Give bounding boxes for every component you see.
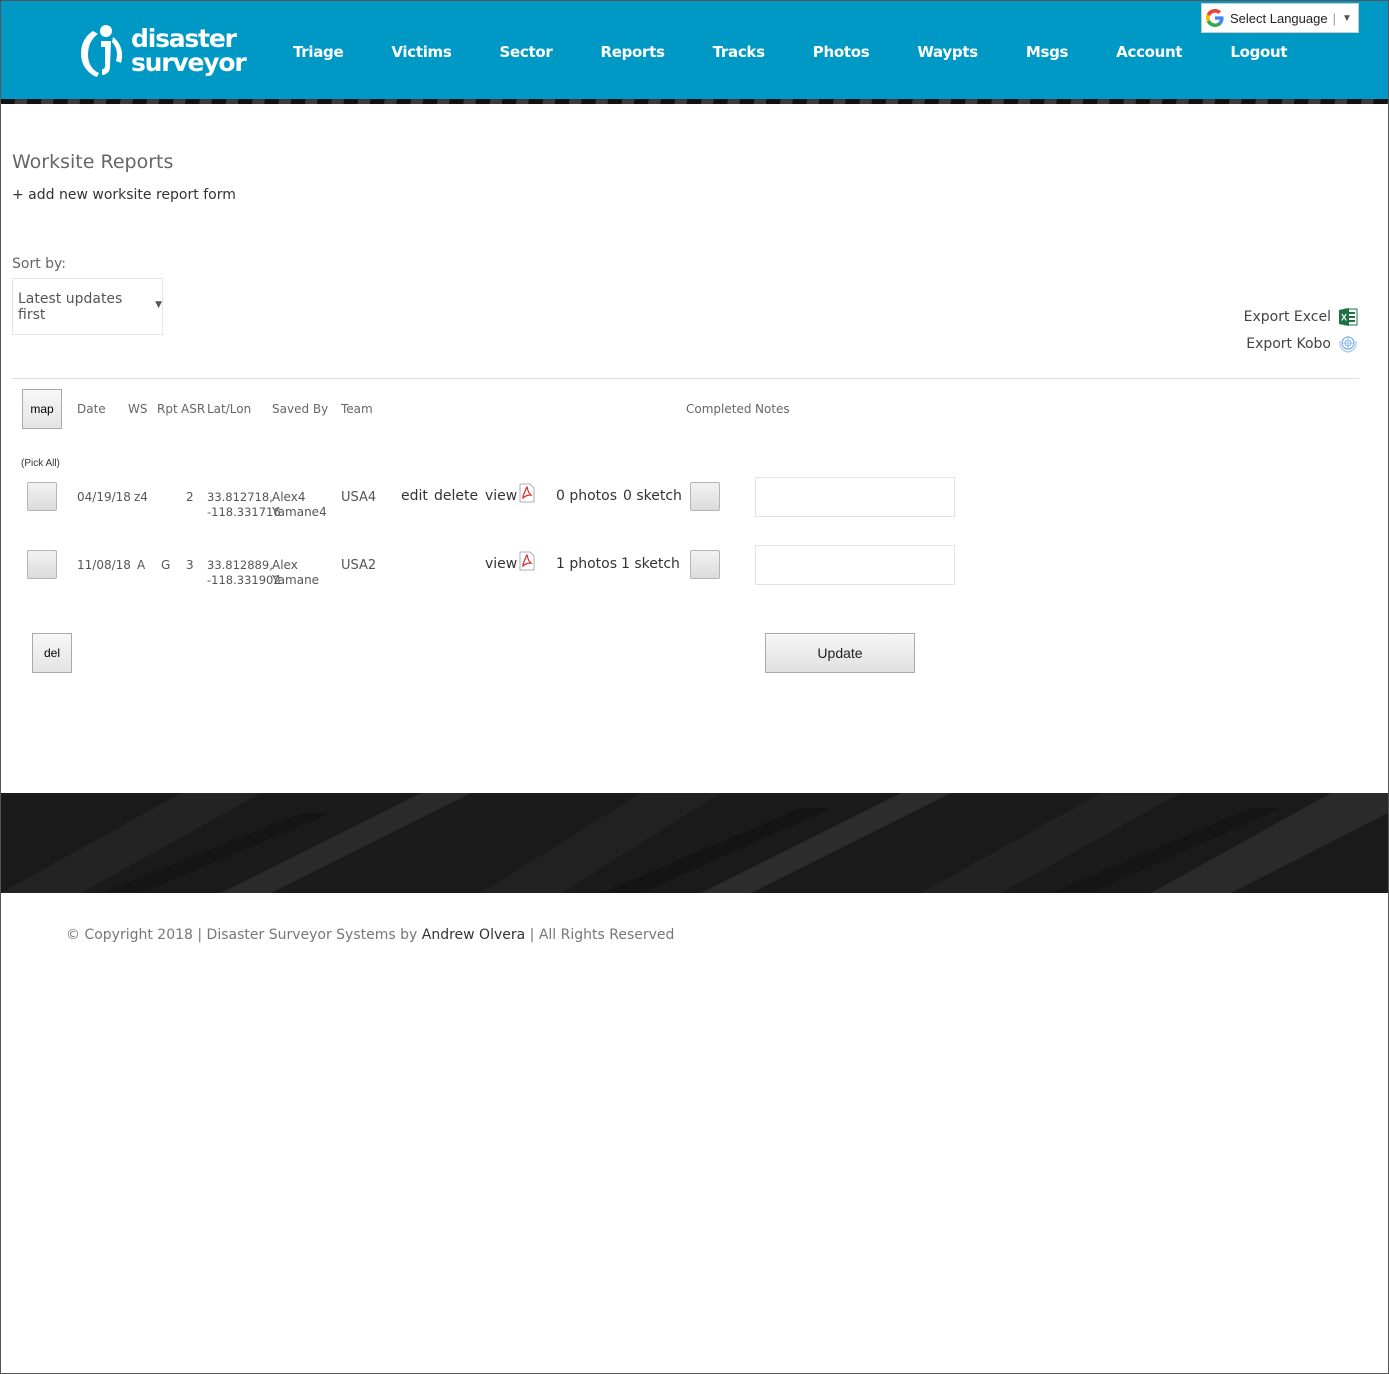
- disaster-surveyor-logo[interactable]: disaster surveyor: [79, 23, 259, 79]
- row-ws: A: [137, 558, 146, 572]
- export-kobo-label: Export Kobo: [1246, 336, 1331, 352]
- row-lat: 33.812718,: [207, 490, 273, 504]
- nav-victims[interactable]: Victims: [367, 39, 475, 65]
- row-saved-by-last: Yamane4: [272, 505, 327, 519]
- language-separator: |: [1332, 10, 1336, 26]
- col-header-team: Team: [341, 402, 373, 416]
- language-select[interactable]: Select Language | ▼: [1201, 3, 1359, 33]
- excel-icon: X: [1339, 308, 1358, 326]
- header-divider-strip: [1, 99, 1388, 104]
- row-saved-by-first: Alex: [272, 558, 298, 572]
- language-label: Select Language: [1230, 10, 1328, 26]
- row-completed-checkbox[interactable]: [690, 550, 720, 579]
- dropdown-triangle-icon: ▼: [1341, 12, 1352, 24]
- row-view-link[interactable]: view: [485, 556, 517, 572]
- footer-pattern-band: [1, 793, 1388, 893]
- row-lon: -118.331902: [207, 573, 281, 587]
- row-team: USA2: [341, 558, 377, 573]
- row-lat: 33.812889,: [207, 558, 273, 572]
- copyright-prefix: © Copyright 2018 | Disaster Surveyor Sys…: [66, 927, 418, 943]
- row-photos-link[interactable]: 1 photos: [556, 556, 617, 572]
- map-button[interactable]: map: [22, 389, 62, 429]
- nav-reports[interactable]: Reports: [576, 39, 688, 65]
- row-view-link[interactable]: view: [485, 488, 517, 504]
- logo-line-2: surveyor: [131, 48, 247, 77]
- row-ws: z4: [134, 490, 148, 504]
- row-edit-link[interactable]: edit: [401, 488, 428, 504]
- svg-text:X: X: [1341, 313, 1347, 323]
- row-delete-link[interactable]: delete: [434, 488, 478, 504]
- row-completed-checkbox[interactable]: [690, 482, 720, 511]
- row-rpt: G: [161, 558, 171, 572]
- nav-logout[interactable]: Logout: [1206, 39, 1311, 65]
- row-asr: 2: [186, 490, 194, 504]
- row-asr: 3: [186, 558, 194, 572]
- main-nav: Triage Victims Sector Reports Tracks Pho…: [269, 39, 1311, 65]
- row-saved-by-first: Alex4: [272, 490, 306, 504]
- section-divider: [12, 378, 1359, 379]
- row-notes-input[interactable]: [755, 477, 955, 517]
- nav-sector[interactable]: Sector: [476, 39, 577, 65]
- sort-select[interactable]: Latest updates first ▼: [12, 278, 163, 335]
- add-worksite-report-link[interactable]: + add new worksite report form: [12, 187, 236, 203]
- col-header-completed: Completed: [686, 402, 752, 416]
- un-globe-icon: [1339, 336, 1357, 353]
- update-button[interactable]: Update: [765, 633, 915, 673]
- pick-all-link[interactable]: (Pick All): [21, 458, 60, 469]
- col-header-asr: ASR: [181, 402, 206, 416]
- nav-photos[interactable]: Photos: [789, 39, 894, 65]
- nav-tracks[interactable]: Tracks: [689, 39, 789, 65]
- google-g-icon: [1206, 9, 1224, 27]
- export-excel-label: Export Excel: [1243, 309, 1331, 325]
- pdf-icon[interactable]: [517, 551, 537, 571]
- sort-label: Sort by:: [12, 256, 67, 272]
- col-header-saved-by: Saved By: [272, 402, 329, 416]
- export-kobo-link[interactable]: Export Kobo: [1246, 335, 1358, 353]
- col-header-date: Date: [77, 402, 106, 416]
- nav-account[interactable]: Account: [1092, 39, 1206, 65]
- row-saved-by-last: Yamane: [272, 573, 320, 587]
- col-header-latlon: Lat/Lon: [207, 402, 252, 416]
- page-title: Worksite Reports: [12, 151, 174, 173]
- copyright-suffix: | All Rights Reserved: [529, 927, 675, 943]
- sort-selected-value: Latest updates first: [18, 290, 123, 323]
- row-select-checkbox[interactable]: [27, 550, 57, 579]
- footer-pattern: [1, 793, 1388, 893]
- chevron-down-icon: ▼: [155, 299, 162, 310]
- row-lon: -118.331716: [207, 505, 281, 519]
- row-notes-input[interactable]: [755, 545, 955, 585]
- logo-person-icon: [81, 25, 123, 77]
- delete-selected-button[interactable]: del: [32, 633, 72, 673]
- nav-msgs[interactable]: Msgs: [1002, 39, 1092, 65]
- export-excel-link[interactable]: Export Excel X: [1244, 307, 1358, 327]
- nav-waypts[interactable]: Waypts: [893, 39, 1002, 65]
- row-date: 04/19/18: [77, 490, 131, 504]
- author-link[interactable]: Andrew Olvera: [422, 927, 525, 943]
- logo-wordmark: disaster surveyor: [131, 26, 247, 77]
- row-sketch-link[interactable]: 1 sketch: [621, 556, 680, 572]
- nav-triage[interactable]: Triage: [269, 39, 367, 65]
- row-select-checkbox[interactable]: [27, 482, 57, 511]
- row-team: USA4: [341, 490, 377, 505]
- pdf-icon[interactable]: [517, 483, 537, 503]
- col-header-notes: Notes: [755, 402, 790, 416]
- footer-copyright: © Copyright 2018 | Disaster Surveyor Sys…: [66, 927, 674, 943]
- col-header-rpt: Rpt: [157, 402, 178, 416]
- col-header-ws: WS: [128, 402, 148, 416]
- row-date: 11/08/18: [77, 558, 131, 572]
- row-sketch-link[interactable]: 0 sketch: [623, 488, 682, 504]
- row-photos-link[interactable]: 0 photos: [556, 488, 617, 504]
- site-header: disaster surveyor Triage Victims Sector …: [1, 1, 1388, 99]
